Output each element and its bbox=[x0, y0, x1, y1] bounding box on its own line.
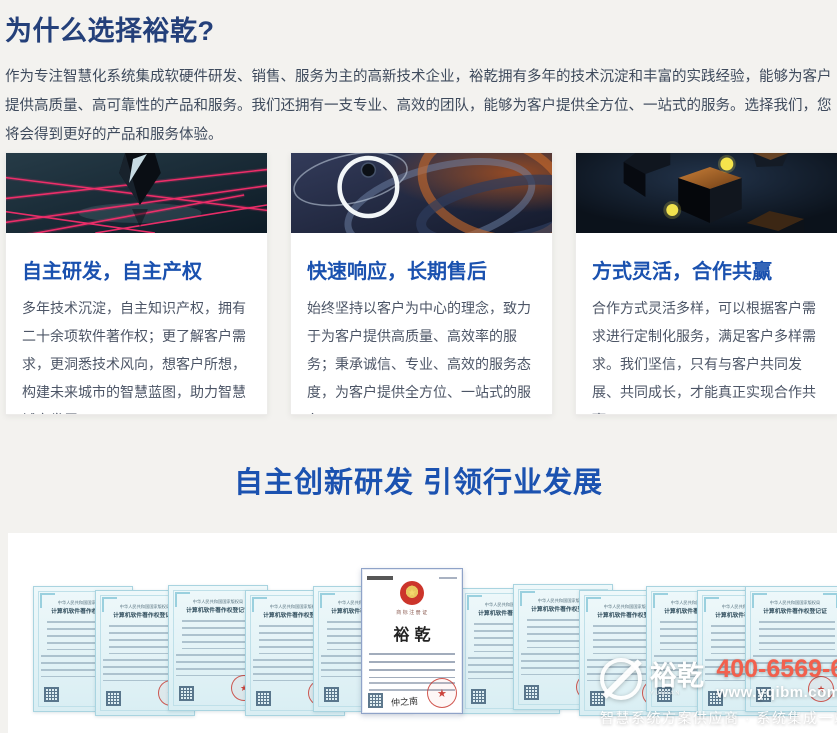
qr-code bbox=[471, 689, 486, 704]
signature: 仲之南 bbox=[391, 694, 419, 709]
crystal-laser-image bbox=[6, 153, 267, 233]
card-flexible-cooperation: 方式灵活，合作共赢 合作方式灵活多样，可以根据客户需求进行定制化服务，满足客户多… bbox=[575, 152, 837, 415]
cert-issuer: 中华人民共和国国家版权局 bbox=[770, 599, 820, 601]
official-seal: ★ bbox=[427, 678, 457, 708]
qr-code bbox=[324, 687, 339, 702]
card-text: 合作方式灵活多样，可以根据客户需求进行定制化服务，满足客户多样需求。我们坚信，只… bbox=[592, 294, 821, 415]
feature-cards: 自主研发，自主产权 多年技术沉淀，自主知识产权，拥有二十余项软件著作权；更了解客… bbox=[5, 152, 837, 415]
cert-title: 计算机软件著作权登记证 bbox=[186, 605, 250, 610]
brand-block: 裕乾 YUQIAN bbox=[650, 662, 706, 696]
cubes-spheres-image bbox=[576, 153, 837, 233]
trademark-name: 裕乾 bbox=[388, 621, 435, 645]
cert-text-lines bbox=[759, 621, 835, 650]
qr-code bbox=[106, 691, 121, 706]
cert-issuer: 中华人民共和国国家版权局 bbox=[120, 603, 170, 605]
cert-issuer: 中华人民共和国国家版权局 bbox=[193, 598, 243, 600]
card-title: 方式灵活，合作共赢 bbox=[592, 255, 821, 284]
cert-text-lines bbox=[369, 653, 455, 678]
metal-rings-image bbox=[291, 153, 552, 233]
section-title: 自主创新研发 引领行业发展 bbox=[0, 459, 837, 501]
site-watermark: 裕乾 YUQIAN 400-6569-698 www.yqibm.com 智慧系… bbox=[600, 656, 837, 728]
website-url: www.yqibm.com bbox=[716, 684, 837, 701]
intro-section: 为什么选择裕乾? 作为专注智慧化系统集成软硬件研发、销售、服务为主的高新技术企业… bbox=[5, 0, 835, 150]
cert-title: 计算机软件著作权登记证 bbox=[763, 606, 827, 611]
brand-name-latin: YUQIAN bbox=[650, 690, 681, 693]
national-emblem-icon: ★ bbox=[400, 581, 424, 605]
trademark-certificate: ★ 商标注册证裕乾仲之南 ★ bbox=[361, 568, 463, 714]
intro-paragraph: 作为专注智慧化系统集成软硬件研发、销售、服务为主的高新技术企业，裕乾拥有多年的技… bbox=[5, 63, 835, 150]
qr-code bbox=[44, 687, 59, 702]
qr-code bbox=[524, 685, 539, 700]
qr-code bbox=[368, 693, 383, 708]
brand-name: 裕乾 bbox=[650, 662, 706, 690]
qr-code bbox=[256, 691, 271, 706]
phone-number: 400-6569-698 bbox=[716, 656, 837, 682]
card-text: 多年技术沉淀，自主知识产权，拥有二十余项软件著作权；更了解客户需求，更洞悉技术风… bbox=[22, 294, 251, 415]
page-title: 为什么选择裕乾? bbox=[5, 9, 835, 48]
qr-code bbox=[179, 686, 194, 701]
card-text: 始终坚持以客户为中心的理念，致力于为客户提供高质量、高效率的服务；秉承诚信、专业… bbox=[307, 294, 536, 415]
trademark-cert-title: 商标注册证 bbox=[396, 608, 429, 611]
card-title: 快速响应，长期售后 bbox=[307, 255, 536, 284]
card-fast-response: 快速响应，长期售后 始终坚持以客户为中心的理念，致力于为客户提供高质量、高效率的… bbox=[290, 152, 553, 415]
card-self-research: 自主研发，自主产权 多年技术沉淀，自主知识产权，拥有二十余项软件著作权；更了解客… bbox=[5, 152, 268, 415]
yuqian-logo-icon bbox=[600, 658, 642, 700]
contact-block: 400-6569-698 www.yqibm.com bbox=[716, 656, 837, 701]
card-title: 自主研发，自主产权 bbox=[22, 255, 251, 284]
tagline: 智慧系统方案供应商 · 系统集成一站式服务商 bbox=[600, 708, 837, 728]
